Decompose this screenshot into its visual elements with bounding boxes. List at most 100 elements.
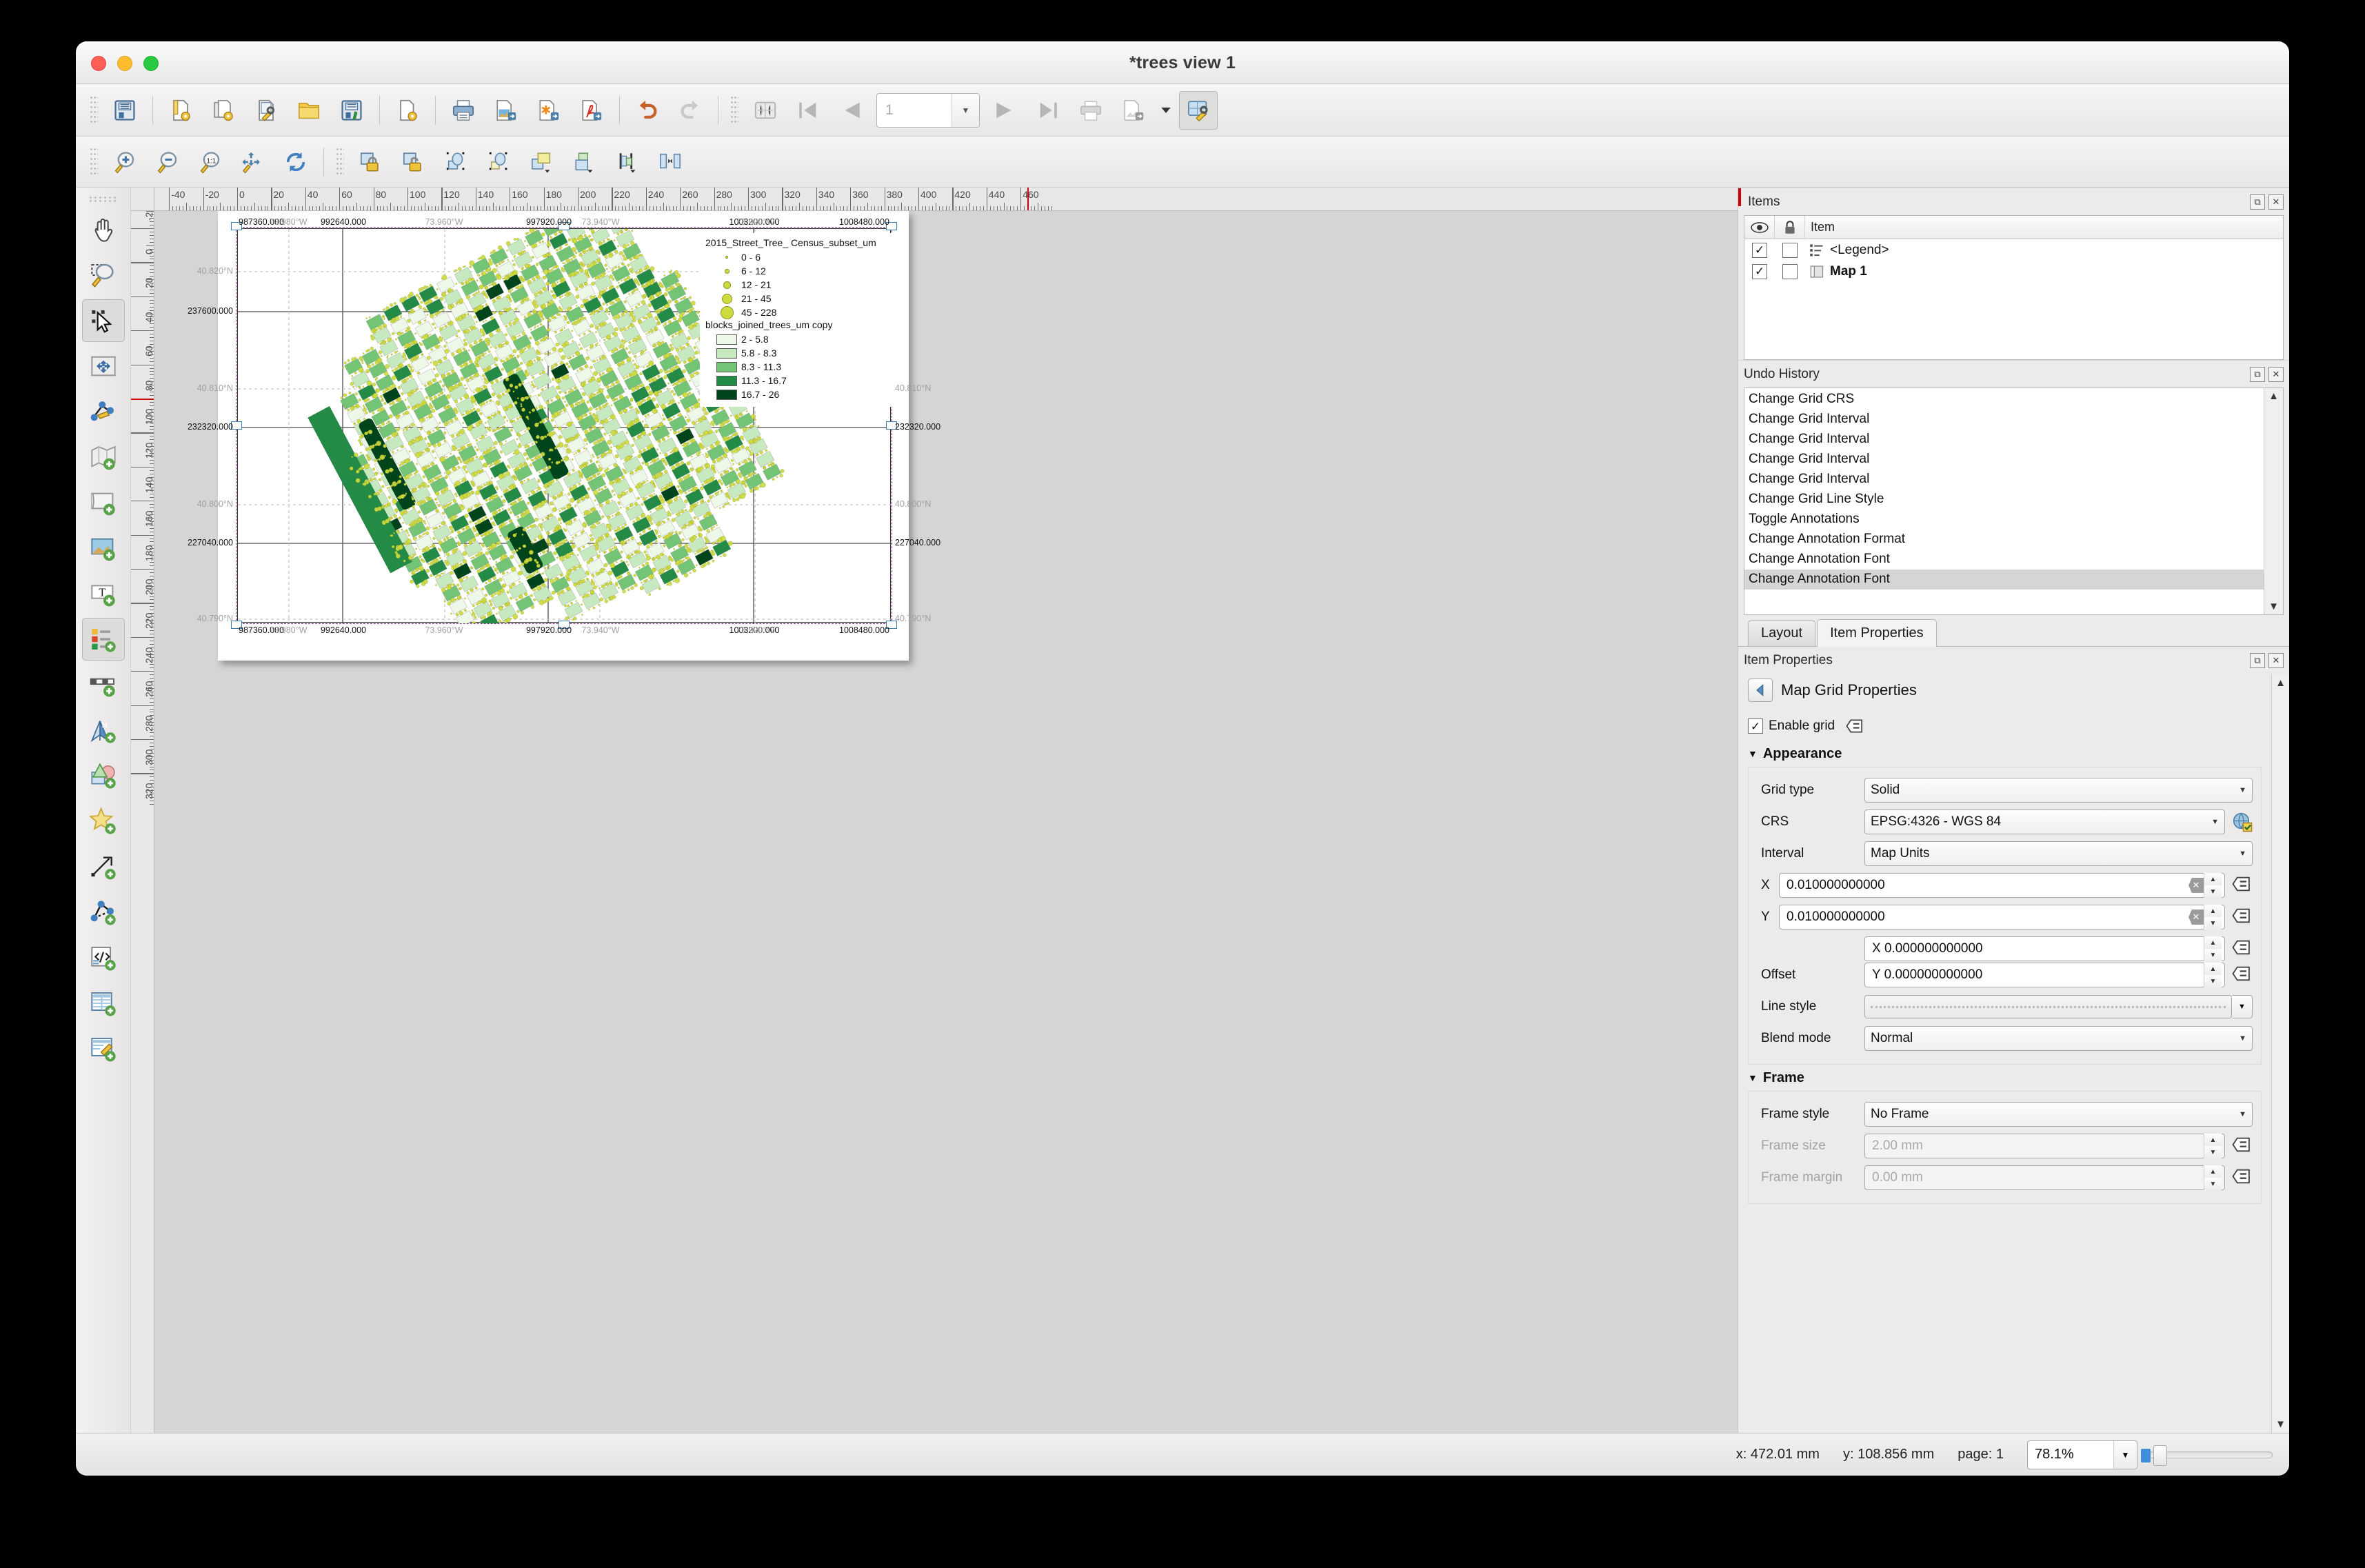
- add-legend-tool[interactable]: [81, 618, 125, 661]
- add-manual-table-tool[interactable]: [82, 1027, 125, 1070]
- pan-layout-tool[interactable]: [82, 208, 125, 251]
- undo-entry[interactable]: Change Grid Interval: [1744, 430, 2264, 450]
- vertical-ruler[interactable]: -20 0 20 40 60 80 100 120 140 160 180 200 220 240 260 2…: [131, 211, 154, 1433]
- layout-canvas[interactable]: 2015_Street_Tree_ Census_subset_um 0 - 6 6…: [154, 211, 1738, 1433]
- group-items-icon[interactable]: [437, 143, 476, 181]
- offset-y-input[interactable]: Y 0.000000000000 ▲ ▼: [1864, 963, 2225, 987]
- appearance-collapse-triangle[interactable]: ▼: [1748, 748, 1758, 759]
- crs-picker-button[interactable]: [2232, 812, 2253, 832]
- add-node-item-tool[interactable]: [82, 891, 125, 934]
- undo-dock-close-icon[interactable]: ✕: [2268, 366, 2284, 382]
- save-template-icon[interactable]: [332, 91, 371, 130]
- add-north-arrow-tool[interactable]: N: [82, 709, 125, 752]
- frame-size-data-defined-icon[interactable]: [2232, 1136, 2253, 1156]
- unlock-items-icon[interactable]: [394, 143, 433, 181]
- add-map-tool[interactable]: [82, 436, 125, 479]
- add-picture-tool[interactable]: [82, 481, 125, 524]
- frame-margin-stepper[interactable]: ▲ ▼: [2204, 1165, 2222, 1190]
- lock-items-icon[interactable]: [352, 143, 390, 181]
- undo-entry[interactable]: Change Grid Interval: [1744, 470, 2264, 490]
- enable-grid-checkbox[interactable]: ✓: [1748, 718, 1763, 734]
- interval-x-stepper[interactable]: ▲ ▼: [2204, 873, 2222, 898]
- tab-item-properties[interactable]: Item Properties: [1817, 619, 1937, 647]
- layout-page[interactable]: 2015_Street_Tree_ Census_subset_um 0 - 6 6…: [188, 211, 940, 661]
- export-image-icon[interactable]: [487, 91, 525, 130]
- undo-entry[interactable]: Change Annotation Format: [1744, 530, 2264, 550]
- zoom-out-icon[interactable]: [148, 143, 187, 181]
- crs-select[interactable]: EPSG:4326 - WGS 84 ▼: [1864, 810, 2225, 834]
- print-atlas-icon[interactable]: [1071, 91, 1110, 130]
- properties-float-icon[interactable]: ⧉: [2250, 653, 2265, 668]
- frame-group-header[interactable]: ▼ Frame: [1748, 1065, 2262, 1091]
- add-label-tool[interactable]: T: [82, 572, 125, 615]
- previous-feature-icon[interactable]: [832, 91, 870, 130]
- item-row[interactable]: ✓ Map 1: [1744, 261, 2283, 282]
- new-report-icon[interactable]: [388, 91, 427, 130]
- atlas-preview-icon[interactable]: [746, 91, 785, 130]
- lower-items-icon[interactable]: [565, 143, 604, 181]
- export-atlas-image-icon[interactable]: [1114, 91, 1153, 130]
- offset-x-data-defined-icon[interactable]: [2232, 938, 2253, 959]
- item-visibility-checkbox[interactable]: ✓: [1752, 242, 1767, 258]
- item-row[interactable]: ✓ <Legend>: [1744, 239, 2283, 261]
- atlas-toolbar-grip[interactable]: [730, 94, 738, 125]
- items-tree[interactable]: Item ✓ <Legend> ✓ Map 1: [1744, 215, 2284, 360]
- undo-history-list[interactable]: Change Grid CRS Change Grid Interval Chang…: [1744, 388, 2284, 615]
- zoom-to-extent-icon[interactable]: [234, 143, 272, 181]
- align-items-icon[interactable]: [608, 143, 647, 181]
- next-feature-icon[interactable]: [986, 91, 1025, 130]
- add-image-tool[interactable]: [82, 527, 125, 570]
- duplicate-layout-icon[interactable]: [204, 91, 243, 130]
- undo-entry[interactable]: Change Annotation Font: [1744, 550, 2264, 570]
- frame-margin-input[interactable]: 0.00 mm ▲ ▼: [1864, 1165, 2225, 1190]
- last-feature-icon[interactable]: [1029, 91, 1067, 130]
- enable-grid-row[interactable]: ✓ Enable grid: [1748, 712, 2262, 741]
- interval-x-data-defined-icon[interactable]: [2232, 875, 2253, 896]
- undo-scroll-down-arrow[interactable]: ▼: [2268, 601, 2279, 612]
- interval-y-data-defined-icon[interactable]: [2232, 907, 2253, 927]
- undo-scrollbar[interactable]: ▲ ▼: [2264, 388, 2283, 614]
- add-attribute-table-tool[interactable]: [82, 982, 125, 1025]
- interval-select[interactable]: Map Units ▼: [1864, 841, 2253, 866]
- frame-margin-data-defined-icon[interactable]: [2232, 1167, 2253, 1188]
- frame-size-stepper[interactable]: ▲ ▼: [2204, 1134, 2222, 1158]
- save-icon[interactable]: [105, 91, 144, 130]
- new-layout-icon[interactable]: [161, 91, 200, 130]
- frame-style-select[interactable]: No Frame ▼: [1864, 1102, 2253, 1127]
- nav-toolbar-grip[interactable]: [90, 146, 98, 177]
- add-html-tool[interactable]: [82, 936, 125, 979]
- properties-close-icon[interactable]: ✕: [2268, 653, 2284, 668]
- undo-entry[interactable]: Toggle Annotations: [1744, 510, 2264, 530]
- properties-scrollbar[interactable]: ▲ ▼: [2271, 674, 2289, 1433]
- raise-items-icon[interactable]: [523, 143, 561, 181]
- interval-y-input[interactable]: 0.010000000000 ✕ ▲ ▼: [1779, 905, 2225, 929]
- properties-scroll-up-arrow[interactable]: ▲: [2275, 677, 2286, 689]
- item-lock-checkbox[interactable]: [1782, 263, 1798, 279]
- distribute-items-icon[interactable]: [651, 143, 690, 181]
- line-style-preview[interactable]: [1864, 995, 2232, 1018]
- items-dock-float-icon[interactable]: ⧉: [2250, 194, 2265, 210]
- export-pdf-icon[interactable]: [572, 91, 611, 130]
- add-scalebar-tool[interactable]: [82, 663, 125, 706]
- undo-entry[interactable]: Change Annotation Font: [1744, 569, 2264, 590]
- refresh-icon[interactable]: [276, 143, 315, 181]
- undo-entry[interactable]: Change Grid Line Style: [1744, 490, 2264, 510]
- ungroup-items-icon[interactable]: [480, 143, 519, 181]
- undo-dock-float-icon[interactable]: ⧉: [2250, 366, 2265, 382]
- add-shape-tool[interactable]: [82, 754, 125, 797]
- chevron-down-icon[interactable]: ▼: [2113, 1440, 2137, 1469]
- atlas-settings-icon[interactable]: [1179, 90, 1218, 130]
- appearance-group-header[interactable]: ▼ Appearance: [1748, 741, 2262, 767]
- items-toolbar-grip[interactable]: [336, 146, 344, 177]
- frame-collapse-triangle[interactable]: ▼: [1748, 1072, 1758, 1083]
- undo-entry[interactable]: Change Grid Interval: [1744, 410, 2264, 430]
- undo-entry[interactable]: Change Grid Interval: [1744, 450, 2264, 470]
- atlas-page-field[interactable]: 1 ▼: [876, 92, 980, 128]
- zoom-slider-handle[interactable]: [2153, 1445, 2167, 1466]
- item-visibility-checkbox[interactable]: ✓: [1752, 263, 1767, 279]
- interval-y-stepper[interactable]: ▲ ▼: [2204, 905, 2222, 929]
- clear-icon[interactable]: ✕: [2188, 909, 2204, 925]
- edit-nodes-tool[interactable]: [82, 390, 125, 433]
- items-dock-close-icon[interactable]: ✕: [2268, 194, 2284, 210]
- offset-y-stepper[interactable]: ▲ ▼: [2204, 963, 2222, 987]
